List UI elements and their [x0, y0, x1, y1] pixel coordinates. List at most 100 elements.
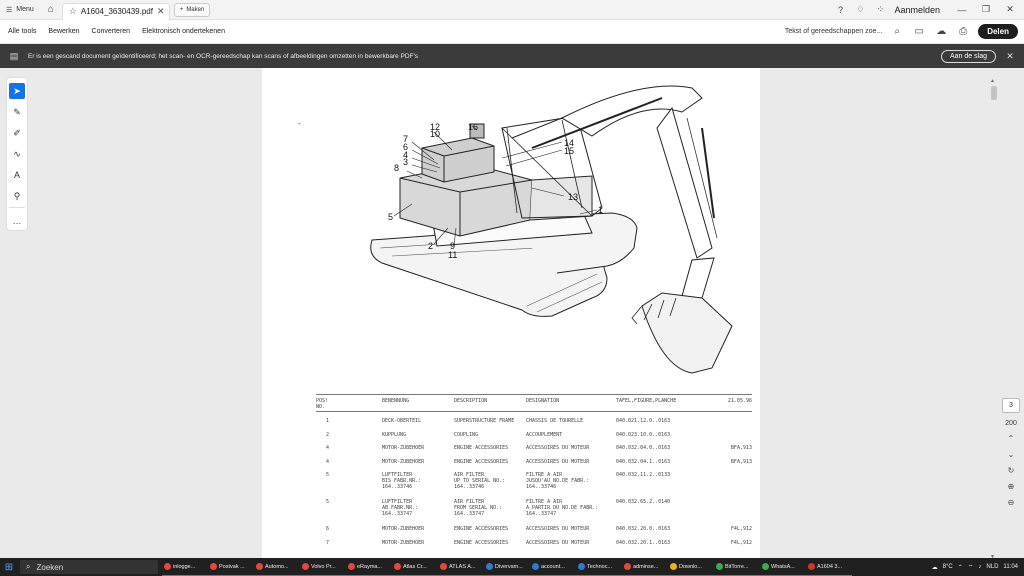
more-tools-icon[interactable]: … [9, 213, 25, 229]
cell-description: ENGINE ACCESSORIES [454, 526, 509, 532]
zoom-in-icon[interactable]: ⊕ [1008, 482, 1015, 491]
restore-icon[interactable]: ❐ [978, 4, 994, 15]
app-icon [210, 563, 217, 570]
menu-item-edit[interactable]: Bewerken [42, 28, 85, 35]
taskbar-app-button[interactable]: Technoc... [576, 558, 622, 576]
text-box-icon[interactable]: A [9, 167, 25, 183]
cell-tafel: 040.032.20.1..0163 [616, 539, 671, 546]
cell-designation: ACCESSOIRES DU MOTEUR [526, 445, 590, 451]
minimize-icon[interactable]: — [954, 5, 970, 15]
apps-grid-icon[interactable]: ⁘ [874, 4, 886, 15]
refresh-icon[interactable]: ↻ [1008, 466, 1015, 475]
table-row: 4 MOTOR-ZUBEHOER ENGINE ACCESSORIES ACCE… [316, 445, 752, 459]
taskbar-app-button[interactable]: Downlo... [668, 558, 714, 576]
callout-label: 13 [568, 192, 578, 202]
window-close-icon[interactable]: ✕ [1002, 4, 1018, 15]
cell-tafel: 040.032.11.2..0133 [616, 472, 671, 478]
menu-button[interactable]: ☰ Menu [0, 0, 40, 20]
language-indicator[interactable]: NLD [986, 564, 998, 570]
get-started-button[interactable]: Aan de slag [941, 49, 996, 63]
bucket-shape [641, 292, 733, 374]
hamburger-icon: ☰ [6, 6, 13, 14]
chevron-down-icon[interactable]: ⌄ [1008, 450, 1015, 459]
cell-remark: BFA,913 [730, 458, 752, 465]
windows-start-icon[interactable]: ⊞ [0, 562, 18, 573]
menu-item-sign[interactable]: Elektronisch ondertekenen [136, 28, 231, 35]
upload-cloud-icon[interactable]: ☁ [934, 26, 948, 37]
select-cursor-icon[interactable]: ➤ [9, 83, 25, 99]
help-icon[interactable]: ? [834, 5, 846, 15]
print-icon[interactable]: ⎙ [956, 26, 970, 37]
new-tab-button[interactable]: + Maken [173, 2, 211, 17]
signin-link[interactable]: Aanmelden [894, 5, 940, 15]
table-row: 7 MOTOR-ZUBEHOER ENGINE ACCESSORIES ACCE… [316, 540, 752, 554]
taskbar-app-button[interactable]: adminse... [622, 558, 668, 576]
ocr-notification-banner: ▤ Er is een gescand document geïdentific… [0, 44, 1024, 68]
page-mark: - [298, 119, 301, 128]
taskbar-app-button[interactable]: Volvo Pr... [300, 558, 346, 576]
scrollbar-thumb[interactable] [991, 86, 997, 100]
current-page-input[interactable]: 3 [1002, 398, 1020, 413]
cell-benennung: DECK-OBERTEIL [382, 418, 422, 424]
taskbar-app-button[interactable]: ATLAS A... [438, 558, 484, 576]
taskbar-app-button[interactable]: Divervam... [484, 558, 530, 576]
cell-benennung: MOTOR-ZUBEHOER [382, 458, 425, 465]
taskbar-app-button[interactable]: WhatsA... [760, 558, 806, 576]
cell-designation: ACCESSOIRES DU MOTEUR [526, 526, 590, 532]
taskbar-app-button[interactable]: A1604 3... [806, 558, 852, 576]
app-icon [578, 563, 585, 570]
add-comment-icon[interactable]: ✎ [9, 104, 25, 120]
search-icon[interactable]: ⌕ [890, 26, 904, 37]
home-icon[interactable]: ⌂ [40, 0, 62, 20]
cell-designation: FILTRE A AIR JUSQU'AU NO.DE FABR.: 164..… [526, 472, 590, 490]
taskbar-app-button[interactable]: eRayma... [346, 558, 392, 576]
tray-overflow-icon[interactable]: ⌃ [958, 564, 963, 571]
cell-pos: 2 [326, 431, 330, 438]
callout-label: 8 [394, 163, 399, 173]
stamp-icon[interactable]: ⚲ [9, 188, 25, 204]
table-row: 6 MOTOR-ZUBEHOER ENGINE ACCESSORIES ACCE… [316, 526, 752, 540]
cell-designation: CHASSIS DE TOURELLE [526, 418, 584, 424]
star-icon[interactable]: ☆ [69, 6, 77, 17]
vertical-scrollbar[interactable]: ▲ ▼ [990, 78, 997, 560]
save-icon[interactable]: ▭ [912, 26, 926, 37]
page-navigation-rail: 3 200 ⌃ ⌄ ↻ ⊕ ⊖ [998, 398, 1024, 507]
cell-description: ENGINE ACCESSORIES [454, 539, 509, 546]
network-icon[interactable]: ⌔ [968, 563, 974, 571]
banner-close-icon[interactable]: ✕ [996, 51, 1024, 62]
parts-table-header: POS! NO. BENENNUNG DESCRIPTION DESIGNATI… [316, 394, 752, 412]
taskbar-app-button[interactable]: BitTorre... [714, 558, 760, 576]
quick-tools-rail: ➤ ✎ ✐ ∿ A ⚲ … [7, 78, 27, 230]
search-tools-field[interactable]: Tekst of gereedschappen zoe... [785, 28, 882, 35]
highlight-pen-icon[interactable]: ✐ [9, 125, 25, 141]
clock[interactable]: 11:04 [1003, 564, 1018, 570]
browser-tab-bar: ☰ Menu ⌂ ☆ A1604_3630439.pdf ✕ + Maken ?… [0, 0, 1024, 20]
cell-tafel: 040.032.04.0..0163 [616, 445, 671, 451]
menu-item-convert[interactable]: Converteren [86, 28, 137, 35]
bell-icon[interactable]: ♢ [854, 4, 866, 15]
chevron-up-icon[interactable]: ⌃ [1008, 434, 1015, 443]
taskbar-app-button[interactable]: Automo... [254, 558, 300, 576]
taskbar-app-button[interactable]: inlogge... [162, 558, 208, 576]
app-icon [762, 563, 769, 570]
document-tab[interactable]: ☆ A1604_3630439.pdf ✕ [61, 2, 170, 20]
zoom-out-icon[interactable]: ⊖ [1008, 498, 1015, 507]
cell-description: AIR FILTER FROM SERIAL NO.: 164..33747 [454, 499, 503, 517]
callout-label: 2 [428, 241, 433, 251]
taskbar-app-label: A1604 3... [817, 563, 843, 570]
taskbar-app-button[interactable]: Postvak ... [208, 558, 254, 576]
share-button[interactable]: Delen [978, 24, 1018, 39]
app-icon [256, 563, 263, 570]
taskbar-app-button[interactable]: Atlas Cr... [392, 558, 438, 576]
cell-tafel: 040.032.65.2..0140 [616, 499, 671, 505]
scroll-up-icon[interactable]: ▲ [990, 78, 995, 84]
draw-freehand-icon[interactable]: ∿ [9, 146, 25, 162]
taskbar-app-button[interactable]: account... [530, 558, 576, 576]
close-tab-icon[interactable]: ✕ [157, 6, 165, 17]
excavator-drawing: 12 10 16 7 6 4 3 8 14 15 13 1 5 2 9 11 - [298, 85, 733, 374]
cell-benennung: LUFTFILTER BIS FABR.NR.: 164..33746 [382, 472, 422, 490]
taskbar-search[interactable]: ⌕ Zoeken [20, 560, 158, 574]
volume-icon[interactable]: ♪ [978, 564, 981, 570]
taskbar-app-label: eRayma... [357, 563, 383, 570]
menu-item-all-tools[interactable]: Alle tools [0, 28, 42, 35]
